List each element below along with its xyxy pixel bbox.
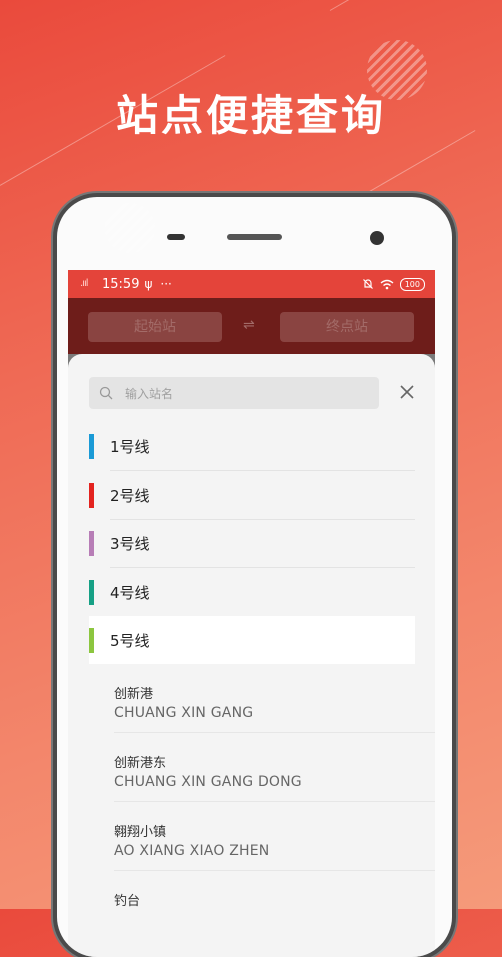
station-search-input[interactable]: 输入站名 bbox=[89, 377, 379, 409]
close-icon[interactable] bbox=[398, 383, 416, 401]
line-item-3[interactable]: 3号线 bbox=[89, 519, 415, 567]
start-station-button[interactable]: 起始站 bbox=[88, 312, 222, 342]
line-name: 3号线 bbox=[110, 534, 150, 553]
line-color-bar bbox=[89, 627, 94, 653]
wifi-icon bbox=[380, 279, 394, 289]
station-name: 钓台 bbox=[114, 894, 141, 909]
station-name: 创新港 bbox=[114, 687, 154, 702]
status-time: 15:59 bbox=[102, 276, 140, 292]
usb-icon: ψ bbox=[144, 277, 153, 291]
line-name: 2号线 bbox=[110, 486, 150, 505]
phone-frame: .ııl 15:59 ψ ··· 100 起始站 ⇌ 终点站 输入站名 1号线 … bbox=[57, 197, 452, 957]
app-screen: .ııl 15:59 ψ ··· 100 起始站 ⇌ 终点站 输入站名 1号线 … bbox=[68, 270, 435, 957]
decor-hatch-circle bbox=[105, 203, 155, 253]
battery-icon: 100 bbox=[399, 277, 425, 291]
station-picker-sheet: 输入站名 1号线 2号线 3号线 4号线 5号线 创新港 CHUANG XIN … bbox=[68, 354, 435, 957]
search-icon bbox=[99, 386, 113, 400]
phone-camera bbox=[370, 231, 384, 245]
signal-icon: .ııl bbox=[80, 278, 88, 289]
search-placeholder: 输入站名 bbox=[125, 386, 174, 401]
page-headline: 站点便捷查询 bbox=[115, 91, 386, 140]
line-item-5[interactable]: 5号线 bbox=[89, 616, 415, 664]
status-bar: .ııl 15:59 ψ ··· 100 bbox=[68, 270, 435, 298]
line-name: 1号线 bbox=[110, 437, 150, 456]
line-color-bar bbox=[89, 433, 94, 459]
divider bbox=[114, 732, 435, 733]
station-pinyin: CHUANG XIN GANG DONG bbox=[114, 774, 302, 790]
mute-bell-icon bbox=[362, 279, 373, 289]
line-item-2[interactable]: 2号线 bbox=[89, 471, 415, 519]
end-station-button[interactable]: 终点站 bbox=[280, 312, 414, 342]
divider bbox=[114, 801, 435, 802]
station-item[interactable]: 创新港东 CHUANG XIN GANG DONG bbox=[114, 741, 435, 810]
divider bbox=[114, 870, 435, 871]
more-notifications-icon: ··· bbox=[160, 277, 172, 291]
route-bar: 起始站 ⇌ 终点站 bbox=[68, 298, 435, 354]
station-name: 创新港东 bbox=[114, 756, 167, 771]
swap-icon[interactable]: ⇌ bbox=[243, 317, 255, 333]
line-color-bar bbox=[89, 579, 94, 605]
station-item[interactable]: 翱翔小镇 AO XIANG XIAO ZHEN bbox=[114, 810, 435, 879]
phone-sensor bbox=[167, 234, 185, 240]
line-item-4[interactable]: 4号线 bbox=[89, 568, 415, 616]
line-item-1[interactable]: 1号线 bbox=[89, 422, 415, 470]
line-name: 5号线 bbox=[110, 631, 150, 650]
station-pinyin: CHUANG XIN GANG bbox=[114, 705, 254, 721]
station-pinyin: AO XIANG XIAO ZHEN bbox=[114, 843, 270, 859]
decor-line bbox=[329, 0, 495, 11]
line-color-bar bbox=[89, 530, 94, 556]
line-name: 4号线 bbox=[110, 583, 150, 602]
line-color-bar bbox=[89, 482, 94, 508]
status-right: 100 bbox=[362, 277, 425, 291]
station-item[interactable]: 钓台 bbox=[114, 879, 435, 948]
station-name: 翱翔小镇 bbox=[114, 825, 167, 840]
phone-speaker bbox=[227, 234, 282, 240]
station-item[interactable]: 创新港 CHUANG XIN GANG bbox=[114, 672, 435, 741]
